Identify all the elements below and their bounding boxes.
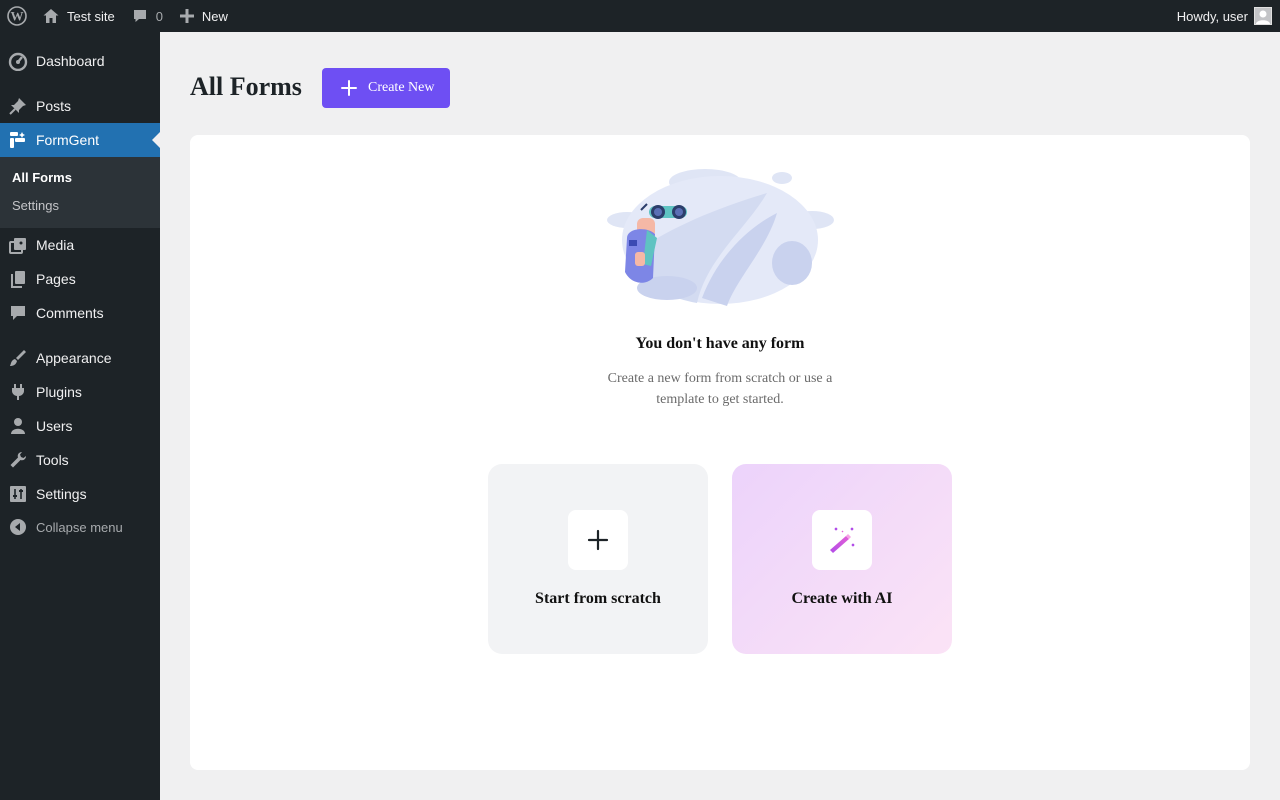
sidebar-item-label: Settings (36, 486, 87, 502)
avatar (1254, 7, 1272, 25)
plus-icon (568, 510, 628, 570)
page-title: All Forms (190, 72, 302, 101)
sidebar-item-users[interactable]: Users (0, 409, 160, 443)
comments-link[interactable]: 0 (132, 0, 163, 32)
collapse-menu-button[interactable]: Collapse menu (0, 515, 123, 539)
sidebar-item-label: Plugins (36, 384, 82, 400)
sidebar-item-label: Users (36, 418, 73, 434)
plug-icon (0, 382, 36, 402)
sidebar-item-label: Appearance (36, 350, 112, 366)
admin-bar: W Test site 0 New Howdy, user (0, 0, 1280, 32)
wrench-icon (0, 450, 36, 470)
media-icon (0, 235, 36, 255)
forms-empty-state-card: You don't have any form Create a new for… (190, 135, 1250, 770)
sidebar-item-settings[interactable]: Settings (0, 477, 160, 511)
sidebar-item-posts[interactable]: Posts (0, 89, 160, 123)
comment-icon (0, 303, 36, 323)
sidebar-item-plugins[interactable]: Plugins (0, 375, 160, 409)
pages-icon (0, 269, 36, 289)
site-name-link[interactable]: Test site (42, 0, 115, 32)
sidebar-item-label: Pages (36, 271, 76, 287)
submenu-item-settings[interactable]: Settings (12, 198, 59, 213)
plus-icon (179, 9, 194, 23)
formgent-icon (0, 130, 36, 150)
submenu-item-all-forms[interactable]: All Forms (12, 170, 72, 185)
plus-icon (341, 80, 357, 96)
new-label: New (201, 8, 228, 24)
wordpress-logo-button[interactable]: W (0, 0, 34, 32)
empty-state-description: Create a new form from scratch or use a … (607, 371, 833, 407)
wordpress-logo-icon: W (7, 6, 27, 26)
sidebar-item-label: FormGent (36, 132, 100, 148)
sidebar-item-comments[interactable]: Comments (0, 296, 160, 330)
pin-icon (0, 96, 36, 116)
formgent-submenu: All Forms Settings (0, 157, 160, 228)
create-with-ai-card[interactable]: Create with AI (732, 464, 952, 654)
create-new-label: Create New (368, 80, 435, 95)
user-icon (0, 416, 36, 436)
user-avatar-icon (1256, 10, 1270, 24)
magic-wand-icon (812, 510, 872, 570)
create-with-ai-label: Create with AI (791, 590, 893, 607)
sidebar-item-label: Posts (36, 98, 72, 114)
sidebar-item-label: Comments (36, 305, 104, 321)
sidebar-item-tools[interactable]: Tools (0, 443, 160, 477)
sidebar-item-label: Dashboard (36, 53, 105, 69)
my-account-link[interactable]: Howdy, user (1177, 0, 1272, 32)
greeting: Howdy, user (1176, 8, 1248, 24)
sidebar-item-label: Tools (36, 452, 69, 468)
sliders-icon (0, 484, 36, 504)
dashboard-icon (0, 51, 36, 71)
sidebar-item-appearance[interactable]: Appearance (0, 341, 160, 375)
sidebar-item-formgent[interactable]: FormGent (0, 123, 160, 157)
admin-sidebar: Dashboard Posts FormGent All Forms Setti… (0, 32, 160, 800)
svg-text:W: W (11, 9, 24, 24)
comments-count: 0 (155, 8, 163, 24)
brush-icon (0, 348, 36, 368)
create-new-button[interactable]: Create New (322, 68, 450, 108)
binoculars-illustration (607, 169, 834, 306)
start-from-scratch-label: Start from scratch (535, 590, 661, 607)
collapse-menu-label: Collapse menu (36, 519, 123, 535)
sidebar-item-dashboard[interactable]: Dashboard (0, 44, 160, 78)
home-icon (43, 9, 59, 23)
sidebar-item-media[interactable]: Media (0, 228, 160, 262)
empty-state-title: You don't have any form (635, 335, 805, 352)
site-name: Test site (67, 8, 115, 24)
collapse-arrow-icon (0, 518, 36, 536)
new-content-link[interactable]: New (179, 0, 228, 32)
sidebar-item-pages[interactable]: Pages (0, 262, 160, 296)
sidebar-item-label: Media (36, 237, 75, 253)
comment-icon (133, 10, 146, 22)
start-from-scratch-card[interactable]: Start from scratch (488, 464, 708, 654)
